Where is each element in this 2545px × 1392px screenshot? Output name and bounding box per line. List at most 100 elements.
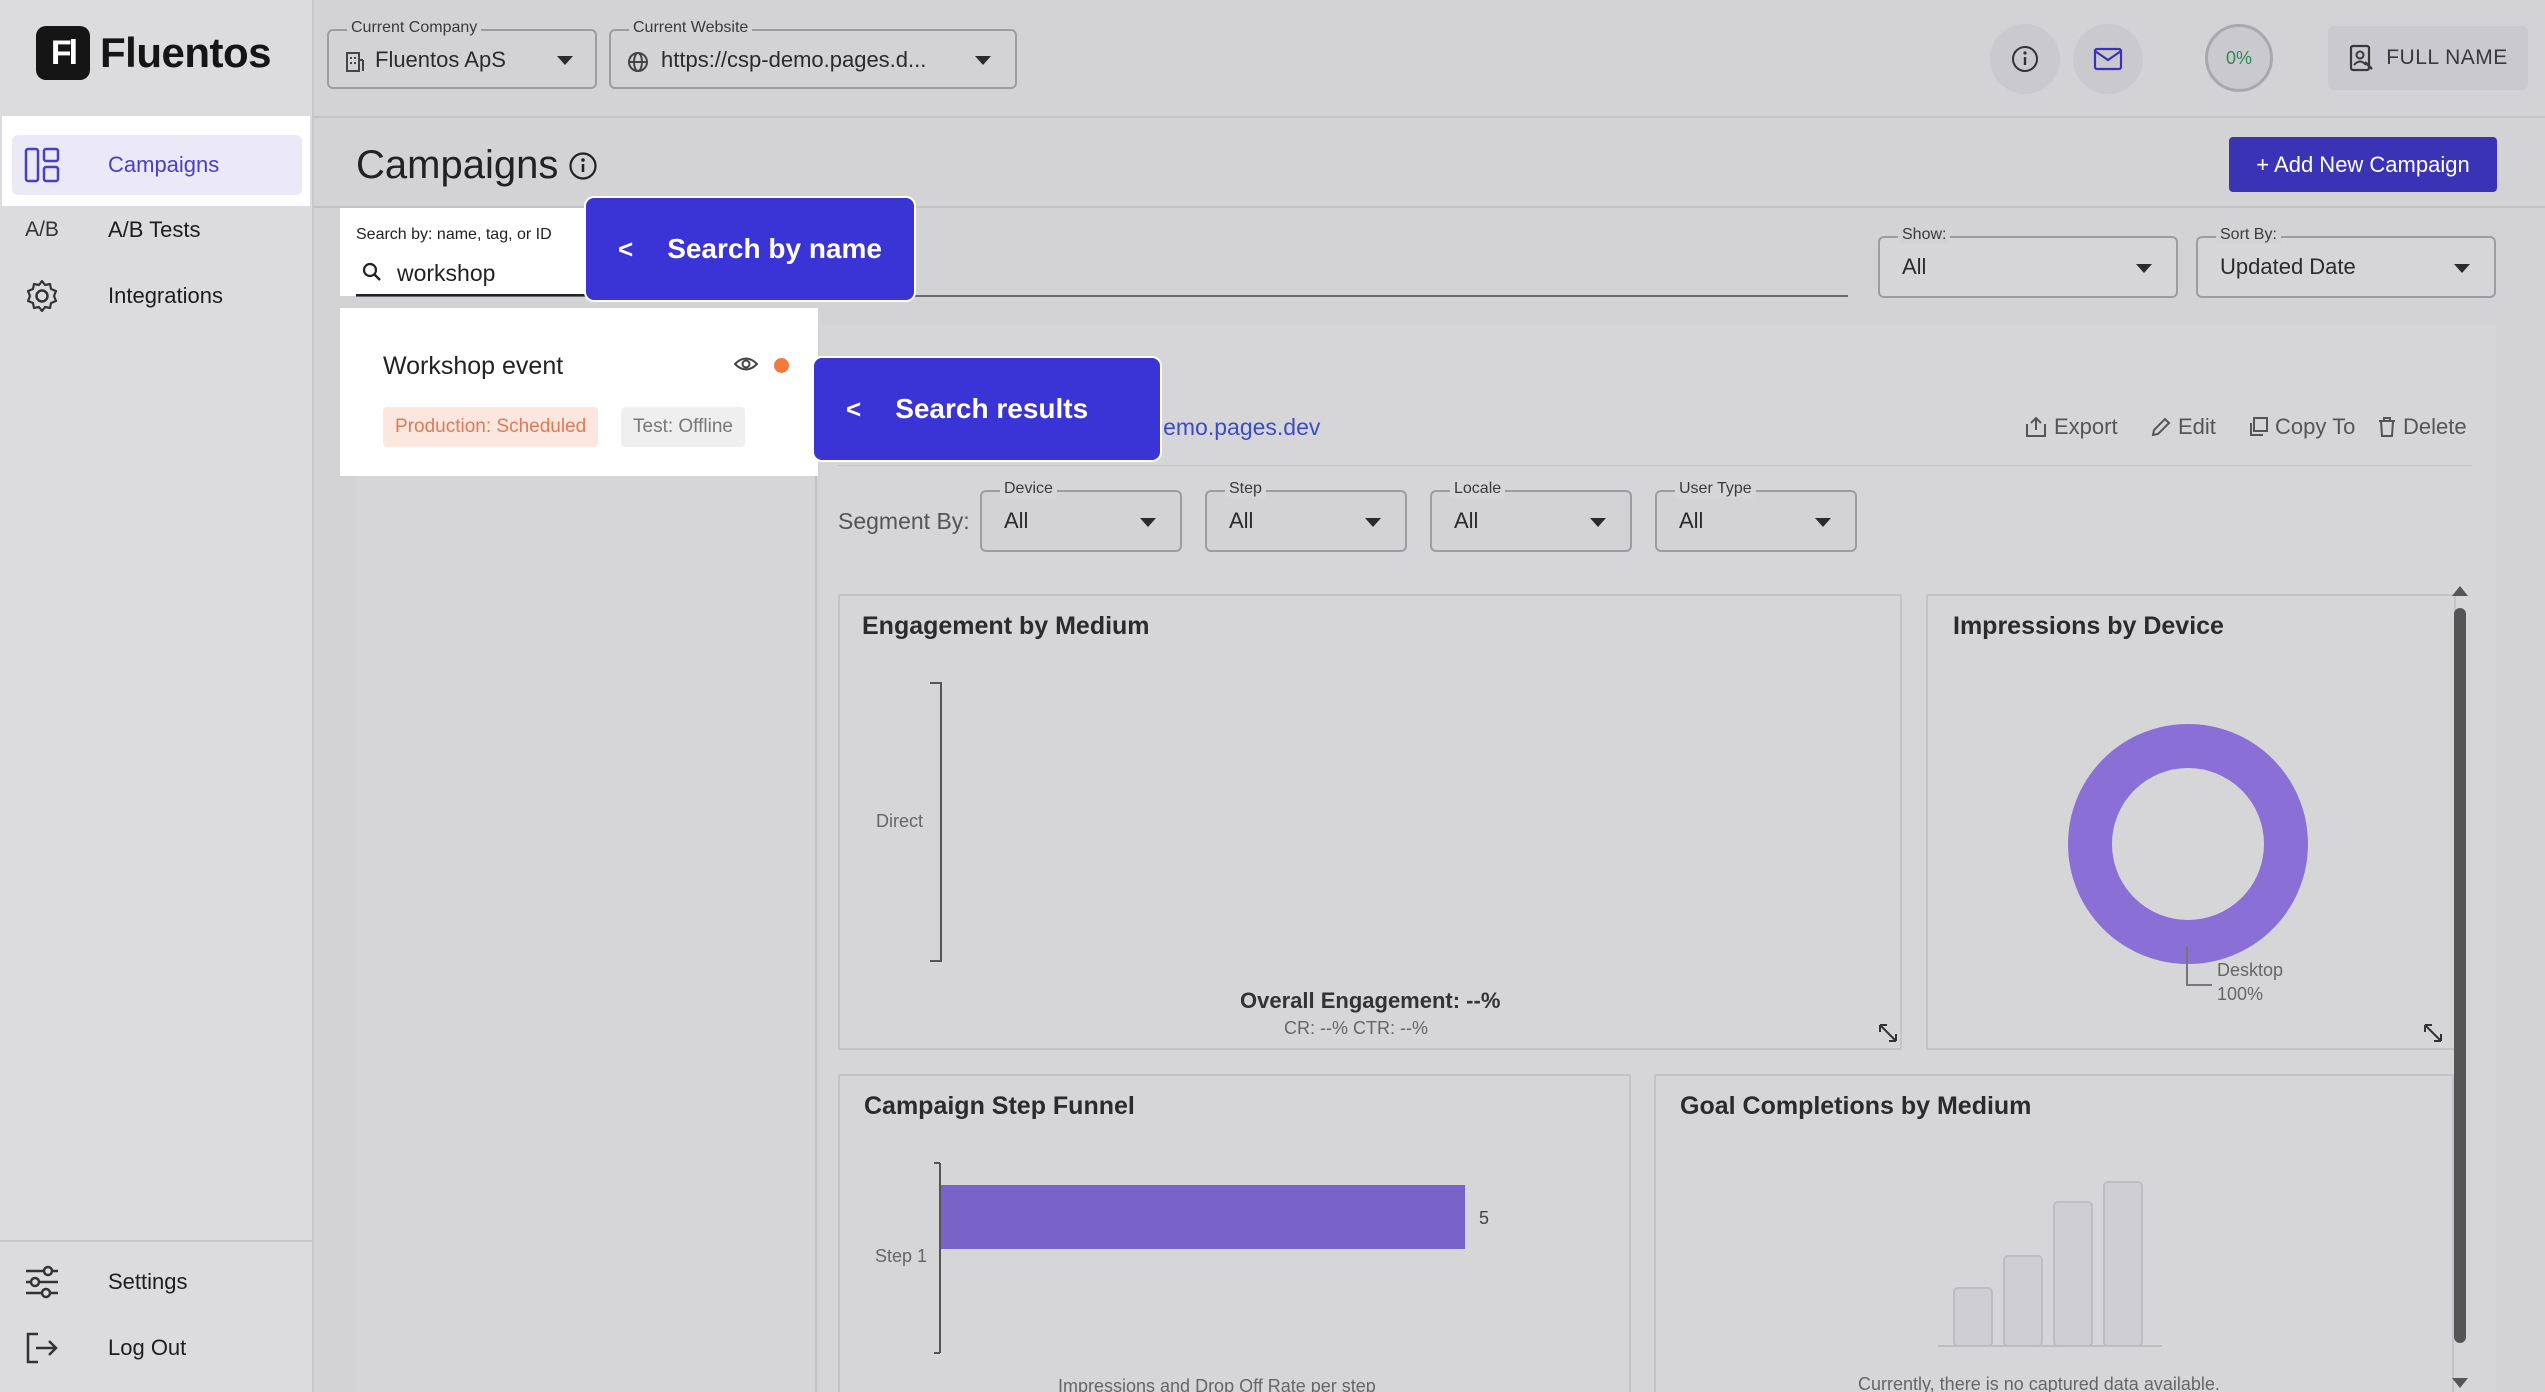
gear-icon (12, 278, 72, 314)
delete-label: Delete (2403, 414, 2467, 439)
sidebar-item-integrations[interactable]: Integrations (12, 266, 302, 326)
funnel-footer: Impressions and Drop Off Rate per step (1058, 1376, 1376, 1392)
scroll-up-arrow[interactable] (2452, 586, 2468, 596)
impressions-donut (2068, 724, 2308, 969)
logo-text: Fluentos (100, 29, 272, 76)
search-input-underline (356, 294, 586, 296)
user-card-icon (2350, 44, 2374, 72)
sidebar-item-label: Log Out (108, 1335, 187, 1360)
segment-step-select[interactable]: Step All (1205, 480, 1407, 552)
search-input[interactable]: workshop (397, 260, 495, 287)
segment-device-select[interactable]: Device All (980, 480, 1182, 552)
show-filter-select[interactable]: Show: All (1878, 226, 2178, 298)
donut-legend-name: Desktop (2217, 960, 2284, 980)
show-filter-caption: Show: (1898, 226, 1951, 244)
segment-user-type-select[interactable]: User Type All (1655, 480, 1857, 552)
add-campaign-button[interactable]: + Add New Campaign (2229, 137, 2497, 192)
goals-empty-message: Currently, there is no captured data ava… (1858, 1374, 2220, 1392)
popover-text: Search by name (667, 233, 882, 264)
goals-chart-title: Goal Completions by Medium (1680, 1092, 2032, 1120)
mail-button[interactable] (2073, 24, 2143, 94)
scrollbar-thumb[interactable] (2454, 608, 2466, 1343)
search-results-popover[interactable]: Search results < Search results (812, 356, 1162, 462)
donut-leader-line (2186, 946, 2212, 986)
delete-button[interactable]: Delete (2377, 414, 2467, 440)
segment-value: All (1004, 508, 1029, 533)
status-dot (774, 358, 789, 373)
sort-select[interactable]: Sort By: Updated Date (2196, 226, 2496, 298)
segment-caption: Step (1225, 480, 1266, 498)
segment-locale-select[interactable]: Locale All (1430, 480, 1632, 552)
search-caption: Search by: name, tag, or ID (356, 226, 552, 243)
progress-value: 0% (2225, 47, 2252, 68)
production-status-badge: Production: Scheduled (383, 407, 599, 447)
chevron-down-icon (1590, 518, 1606, 527)
donut-slice-desktop[interactable] (2068, 724, 2308, 964)
sidebar-item-settings[interactable]: Settings (12, 1252, 302, 1312)
website-select[interactable]: Current Website https://csp-demo.pages.d… (609, 19, 1017, 89)
goals-placeholder-bars (1938, 1181, 2162, 1347)
funnel-data-label: 5 (1479, 1208, 1490, 1228)
company-select-value: Fluentos ApS (375, 47, 506, 72)
user-menu[interactable]: FULL NAME (2328, 26, 2528, 90)
chevron-down-icon (1140, 518, 1156, 527)
search-by-name-popover[interactable]: < Search by name (584, 196, 916, 302)
expand-icon[interactable] (2423, 1023, 2443, 1048)
popover-arrow-glyph: < (846, 393, 862, 424)
result-card[interactable] (340, 308, 818, 476)
funnel-bar-step-1[interactable] (941, 1185, 1465, 1249)
progress-indicator[interactable]: 0% (2205, 24, 2273, 92)
edit-button[interactable]: Edit (2150, 414, 2216, 440)
chevron-down-icon (557, 56, 573, 65)
trash-icon (2379, 417, 2395, 437)
engagement-sub-stats: CR: --% CTR: --% (1284, 1018, 1428, 1038)
user-name: FULL NAME (2386, 46, 2508, 69)
pencil-icon (2151, 417, 2171, 437)
results-panel (357, 326, 817, 1392)
scroll-down-arrow[interactable] (2452, 1378, 2468, 1388)
test-status-badge: Test: Offline (621, 407, 745, 447)
page-title-text: Campaigns (356, 143, 559, 187)
funnel-step-label: Step 1 (875, 1246, 928, 1266)
logout-icon (12, 1331, 72, 1365)
segment-value: All (1454, 508, 1479, 533)
engagement-chart-title: Engagement by Medium (862, 612, 1150, 640)
campaign-url-link[interactable]: lemo.pages.dev (1158, 414, 1320, 441)
segment-caption: Locale (1450, 480, 1506, 498)
eye-icon[interactable] (733, 355, 759, 378)
export-button[interactable]: Export (2024, 414, 2118, 440)
overall-engagement-label: Overall Engagement: --% (1240, 988, 1501, 1013)
popover-arrow: < (618, 233, 634, 264)
info-icon (2012, 46, 2038, 72)
engagement-y-axis (940, 682, 942, 962)
chevron-down-icon (1365, 518, 1381, 527)
funnel-chart (934, 1162, 1465, 1354)
donut-legend-value: 100% (2217, 984, 2264, 1004)
show-filter-value: All (1902, 254, 1927, 279)
page-title: Campaigns (356, 140, 598, 191)
info-button[interactable] (1990, 24, 2060, 94)
copy-to-button[interactable]: Copy To (2247, 414, 2355, 440)
logo[interactable]: Fl Fluentos (36, 26, 272, 80)
sidebar-item-ab-tests[interactable]: A/B A/B Tests (12, 200, 302, 260)
sidebar-item-label: A/B Tests (108, 217, 201, 242)
ab-icon: A/B (25, 218, 59, 241)
sort-select-caption: Sort By: (2216, 226, 2281, 244)
detail-divider (838, 465, 2472, 466)
info-icon[interactable] (568, 146, 598, 191)
funnel-chart-title: Campaign Step Funnel (864, 1092, 1135, 1120)
segment-caption: User Type (1675, 480, 1756, 498)
chevron-down-icon (2136, 264, 2152, 273)
sort-select-value: Updated Date (2220, 254, 2356, 279)
company-select[interactable]: Current Company Fluentos ApS (327, 19, 597, 89)
expand-icon[interactable] (1878, 1023, 1898, 1048)
sidebar-item-label: Campaigns (108, 152, 220, 177)
engagement-chart-card (838, 594, 1902, 1050)
segment-caption: Device (1000, 480, 1057, 498)
globe-icon (627, 51, 649, 78)
sidebar-item-label: Integrations (108, 283, 223, 308)
sidebar-item-logout[interactable]: Log Out (12, 1318, 302, 1378)
segment-value: All (1679, 508, 1704, 533)
mail-icon (2093, 47, 2123, 71)
sidebar-item-campaigns[interactable]: Campaigns (12, 135, 302, 195)
